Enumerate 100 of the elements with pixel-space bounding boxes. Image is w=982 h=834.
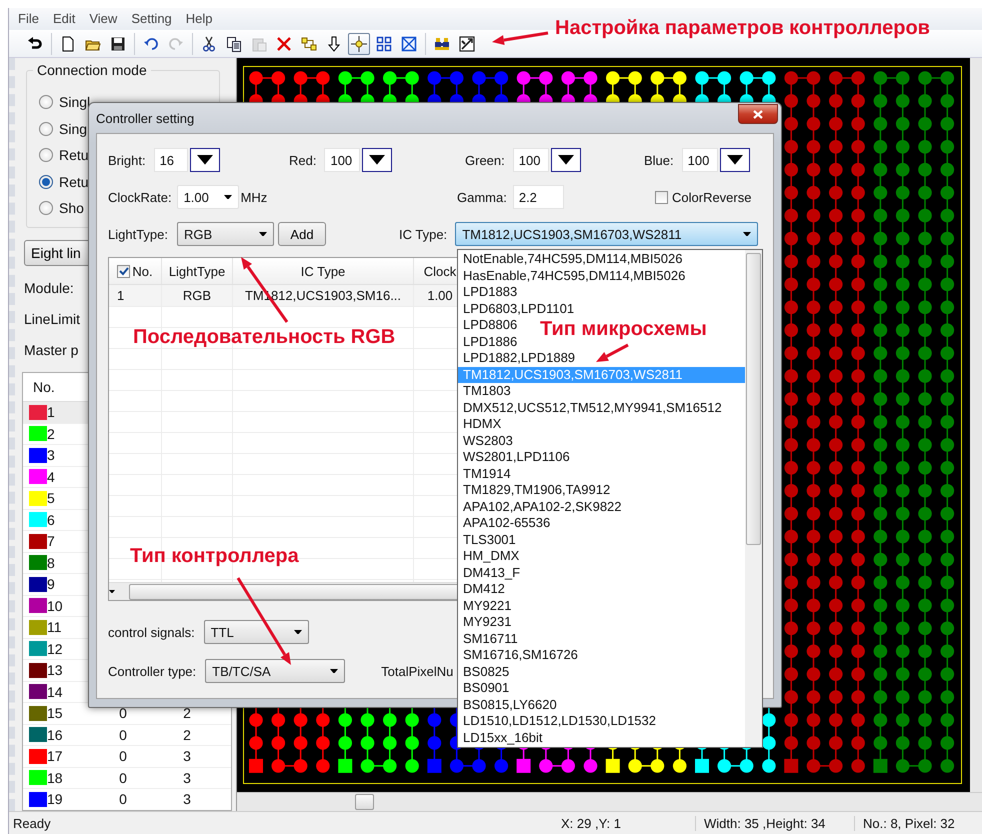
select-tool-button[interactable] xyxy=(348,33,370,55)
list-option[interactable]: APA102,APA102-2,SK9822 xyxy=(458,498,625,515)
radio-button[interactable]: Sing xyxy=(39,116,88,142)
list-option[interactable]: TM1914 xyxy=(458,466,514,482)
column-header: IC Type xyxy=(300,264,346,278)
list-option[interactable]: TLS3001 xyxy=(458,532,519,548)
vertical-scrollbar[interactable] xyxy=(745,250,762,747)
scissors-icon xyxy=(201,36,217,52)
list-option[interactable]: SM16711 xyxy=(458,630,521,647)
grid-icon xyxy=(376,36,392,52)
vertical-scrollbar[interactable] xyxy=(970,58,982,792)
dropdown-arrow-icon xyxy=(224,194,232,200)
list-option[interactable]: LPD1882,LPD1889 xyxy=(458,350,578,366)
table-cell: 12 xyxy=(47,640,63,657)
menu-item[interactable]: Setting xyxy=(126,10,181,28)
light-type-dropdown[interactable]: RGB xyxy=(177,222,274,246)
annotation-text: Последовательность RGB xyxy=(133,326,396,349)
list-option[interactable]: BS0901 xyxy=(458,680,512,696)
table-row[interactable]: 16 0 2 xyxy=(23,724,231,746)
list-option[interactable]: HDMX xyxy=(458,416,504,432)
checkbox[interactable]: ColorReverse xyxy=(655,190,762,204)
table-cell: 10 xyxy=(47,598,63,614)
field-label: LineLimit xyxy=(24,311,80,327)
add-button[interactable]: Add xyxy=(278,222,326,246)
triangle-down-icon xyxy=(369,155,386,165)
table-cell-text: 2 xyxy=(182,705,192,722)
list-option[interactable]: BS0825 xyxy=(458,664,512,680)
list-option[interactable]: DMX512,UCS512,TM512,MY9941,SM16512 xyxy=(458,400,725,416)
status-text: Width: 35 ,Height: 34 xyxy=(695,816,854,830)
column-header: Clock xyxy=(424,264,456,278)
menu-item[interactable]: File xyxy=(13,10,48,28)
copy-icon xyxy=(226,36,242,52)
table-row[interactable]: 18 0 3 xyxy=(23,768,231,789)
down-arrow-icon xyxy=(326,36,342,52)
select-all-checkbox[interactable] xyxy=(117,264,130,278)
table-cell: 4 xyxy=(47,468,55,485)
table-cell-text: 3 xyxy=(182,770,192,786)
crossed-box-icon xyxy=(401,36,417,52)
list-option[interactable]: APA102-65536 xyxy=(458,515,554,532)
table-cell: 9 xyxy=(47,576,55,592)
list-option[interactable]: HM_DMX xyxy=(458,548,522,564)
list-option[interactable]: NotEnable,74HC595,DM114,MBI5026 xyxy=(458,251,686,268)
list-option[interactable]: BS0815,LY6620 xyxy=(458,696,560,713)
menu-item[interactable]: View xyxy=(84,10,126,28)
list-option[interactable]: TM1829,TM1906,TA9912 xyxy=(458,482,614,498)
number-field[interactable]: 100 xyxy=(682,148,718,172)
list-option[interactable]: HasEnable,74HC595,DM114,MBI5026 xyxy=(458,268,688,284)
number-field[interactable]: 100 xyxy=(512,148,549,172)
redo-icon xyxy=(168,36,184,52)
group-title: Connection mode xyxy=(33,62,151,78)
radio-button[interactable]: Retu xyxy=(39,142,89,168)
dropdown-button[interactable] xyxy=(362,148,392,172)
menu-item[interactable]: Edit xyxy=(48,10,84,28)
list-option[interactable]: MY9231 xyxy=(458,614,514,630)
table-cell: 15 xyxy=(47,705,63,722)
list-option[interactable]: LD15xx_16bit xyxy=(458,730,546,746)
close-button[interactable] xyxy=(738,104,778,124)
new-document-icon xyxy=(60,36,76,52)
table-cell: 16 xyxy=(47,726,63,743)
list-option[interactable]: TM1803 xyxy=(458,383,514,400)
list-option[interactable]: LPD8806 xyxy=(458,317,520,334)
list-option[interactable]: MY9221 xyxy=(458,598,514,614)
list-option[interactable]: LD1510,LD1512,LD1530,LD1532 xyxy=(458,713,659,730)
table-cell-text: 3 xyxy=(182,748,192,764)
menu-item[interactable]: Help xyxy=(180,10,222,28)
table-row[interactable]: 17 0 3 xyxy=(23,746,231,768)
clock-rate-dropdown[interactable]: 1.00 xyxy=(176,185,239,209)
status-text: X: 29 ,Y: 1 xyxy=(560,816,622,830)
controller-type-dropdown[interactable]: TB/TC/SA xyxy=(205,659,346,683)
dialog-title: Controller setting xyxy=(96,110,194,126)
list-option[interactable]: SM16716,SM16726 xyxy=(458,647,581,664)
column-header: LightType xyxy=(168,264,226,278)
annotation-text: Тип контроллера xyxy=(130,545,299,568)
list-option[interactable]: WS2801,LPD1106 xyxy=(458,449,573,466)
triangle-down-icon xyxy=(196,155,213,165)
horizontal-scrollbar[interactable] xyxy=(237,792,982,811)
list-option[interactable]: WS2803 xyxy=(458,432,516,449)
status-text: No.: 8, Pixel: 32 xyxy=(854,816,955,830)
control-signals-dropdown[interactable]: TTL xyxy=(204,620,309,644)
ic-type-dropdown[interactable]: TM1812,UCS1903,SM16703,WS2811 xyxy=(455,222,758,246)
gamma-field[interactable]: 2.2 xyxy=(512,185,564,209)
list-option[interactable]: DM413_F xyxy=(458,564,524,581)
field-label: LightType: xyxy=(108,226,168,242)
table-cell-text: 0 xyxy=(118,726,128,743)
radio-button[interactable]: Retu xyxy=(39,168,89,195)
dropdown-arrow-icon xyxy=(294,630,302,634)
radio-button[interactable]: Singl xyxy=(39,89,90,116)
number-field[interactable]: 16 xyxy=(154,148,188,172)
dropdown-arrow-icon xyxy=(330,668,338,674)
table-cell: 2 xyxy=(47,426,55,442)
list-option[interactable]: LPD1886 xyxy=(458,334,520,350)
table-cell-text: 2 xyxy=(182,726,192,743)
table-cell: 7 xyxy=(47,533,55,550)
list-option[interactable]: DM412 xyxy=(458,581,508,598)
dropdown-button[interactable] xyxy=(190,148,220,172)
connector-icon xyxy=(301,36,317,52)
dropdown-button[interactable] xyxy=(550,148,581,172)
dropdown-button[interactable] xyxy=(720,148,750,172)
number-field[interactable]: 100 xyxy=(324,148,360,172)
radio-button[interactable]: Sho xyxy=(39,195,84,222)
